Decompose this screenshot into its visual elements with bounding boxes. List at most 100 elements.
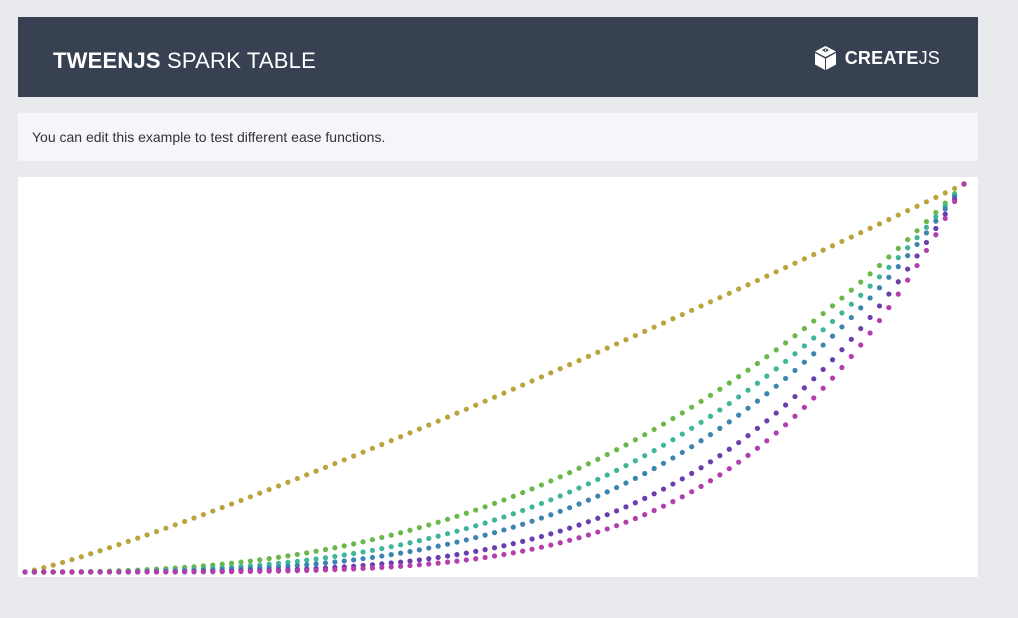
data-point [773,347,779,353]
series-quint [22,181,967,575]
data-point [811,335,817,341]
data-point [585,461,592,467]
data-point [106,569,113,575]
data-point [933,232,939,238]
data-point [858,305,864,311]
data-point [642,470,648,477]
data-point [398,542,404,548]
data-point [829,303,836,309]
data-point [257,490,263,496]
data-point [632,332,638,339]
data-point [332,559,338,565]
data-point [942,215,948,222]
data-point [567,470,573,476]
data-point [848,234,854,240]
data-point [792,351,798,357]
data-point [773,410,779,416]
data-point [698,438,704,444]
data-point [829,375,836,381]
data-point [961,181,967,187]
data-point [858,279,864,285]
data-point [520,382,526,388]
data-point [754,360,761,367]
data-point [867,271,873,277]
data-point [548,531,554,537]
data-point [848,336,854,342]
data-point [923,219,930,225]
data-point [228,569,235,575]
data-point [491,545,498,551]
data-point [463,525,469,532]
data-point [623,337,629,343]
createjs-logo[interactable]: CREATE JS [814,45,940,71]
createjs-logo-rest: JS [918,47,940,68]
data-point [754,380,761,386]
data-point [388,438,394,444]
data-point [200,569,207,575]
data-point [707,299,714,305]
data-point [679,410,685,416]
data-point [698,483,704,489]
data-point [670,437,676,443]
data-point [473,523,479,529]
data-point [679,449,685,456]
data-point [914,203,920,209]
data-point [801,325,807,332]
data-point [454,513,460,519]
data-point [153,569,160,575]
data-point [651,507,657,514]
data-point [482,554,488,561]
data-point [764,373,770,379]
data-point [585,532,592,538]
data-point [670,415,676,422]
data-point [463,550,469,556]
createjs-cube-icon [814,45,845,71]
data-point [707,392,714,398]
data-point [398,530,404,536]
data-point [444,541,451,547]
data-point [304,567,310,574]
data-point [782,264,789,271]
data-point [257,557,263,563]
data-point [736,374,742,380]
data-point [876,285,883,291]
data-point [613,523,620,529]
data-point [839,295,845,301]
data-point [501,390,507,396]
data-point [88,569,94,575]
data-point [604,489,610,495]
data-point [801,385,807,391]
data-point [482,398,488,404]
data-point [426,422,432,428]
data-point [351,566,357,572]
data-point [200,511,207,518]
data-point [416,557,422,563]
data-point [228,501,235,507]
data-point [726,466,732,472]
data-point [210,508,216,514]
data-point [811,251,817,258]
data-point [754,425,761,431]
data-point [613,467,620,473]
data-point [163,569,169,575]
data-point [426,561,432,567]
data-point [576,535,582,541]
data-point [576,485,582,491]
data-point [520,538,526,544]
data-point [313,567,319,573]
data-point [482,547,488,553]
data-point [416,547,422,553]
data-point [642,328,648,334]
data-point [895,291,901,297]
data-point [567,525,573,531]
data-point [736,412,742,418]
data-point [360,449,366,455]
data-point [88,551,94,557]
data-point [604,345,610,351]
data-point [801,343,807,349]
data-point [50,562,56,568]
data-point [689,489,695,495]
data-point [510,386,516,392]
data-point [548,370,554,376]
data-point [811,351,817,357]
